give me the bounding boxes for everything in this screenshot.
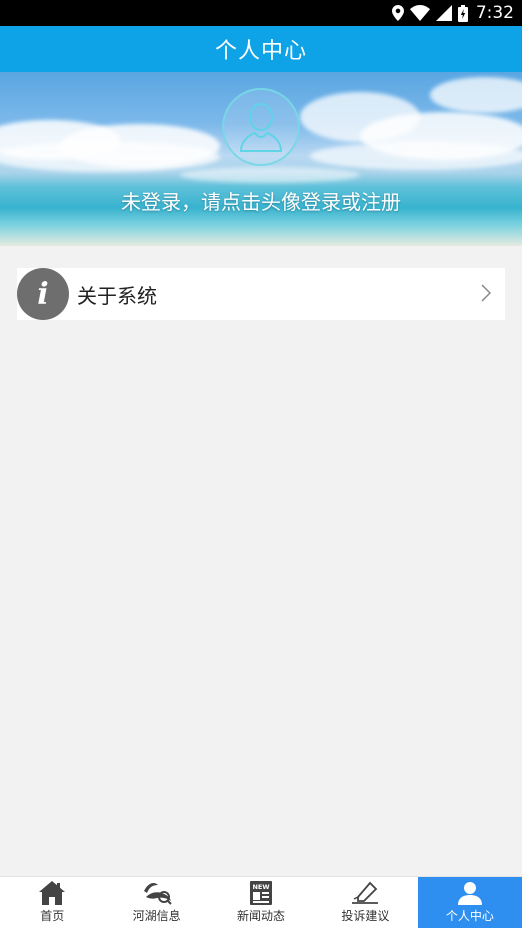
tab-home[interactable]: 首页 [0,877,104,928]
tab-label: 新闻动态 [237,909,286,923]
tab-personal-center[interactable]: 个人中心 [417,877,522,928]
signal-icon [435,5,452,21]
news-icon-text: NEW [252,883,269,891]
news-icon: NEW [250,881,273,905]
tab-label: 个人中心 [445,909,494,923]
menu-item-label: 关于系统 [77,283,157,308]
tab-label: 河湖信息 [132,909,181,923]
status-time: 7:32 [475,3,514,23]
user-silhouette-icon [239,103,283,152]
tab-river-info[interactable]: 河湖信息 [104,877,208,928]
tab-complaint[interactable]: 投诉建议 [313,877,417,928]
cloud-decoration [310,142,522,170]
cloud-decoration [180,167,360,183]
page-title: 个人中心 [214,39,307,64]
menu-item-about-system[interactable]: i 关于系统 [17,268,505,320]
status-icons: 7:32 [391,0,514,26]
home-icon [39,881,66,905]
battery-icon [457,4,468,22]
app-header: 个人中心 [0,26,522,72]
cloud-decoration [0,142,220,172]
bottom-tab-bar: 首页 河湖信息 NEW 新闻动态 投诉建议 个人中心 [0,876,522,928]
status-bar: 7:32 [0,0,522,26]
chevron-right-icon [481,284,491,302]
info-icon: i [17,268,69,320]
tab-label: 投诉建议 [341,909,390,923]
wifi-icon [409,5,430,21]
avatar-button[interactable] [222,88,300,166]
complaint-icon [352,881,379,904]
river-icon [143,883,172,905]
tab-label: 首页 [40,909,65,923]
user-icon [457,882,482,905]
login-prompt[interactable]: 未登录，请点击头像登录或注册 [0,186,522,215]
tab-news[interactable]: NEW 新闻动态 [209,877,313,928]
location-icon [391,5,404,21]
cloud-decoration [430,77,522,113]
